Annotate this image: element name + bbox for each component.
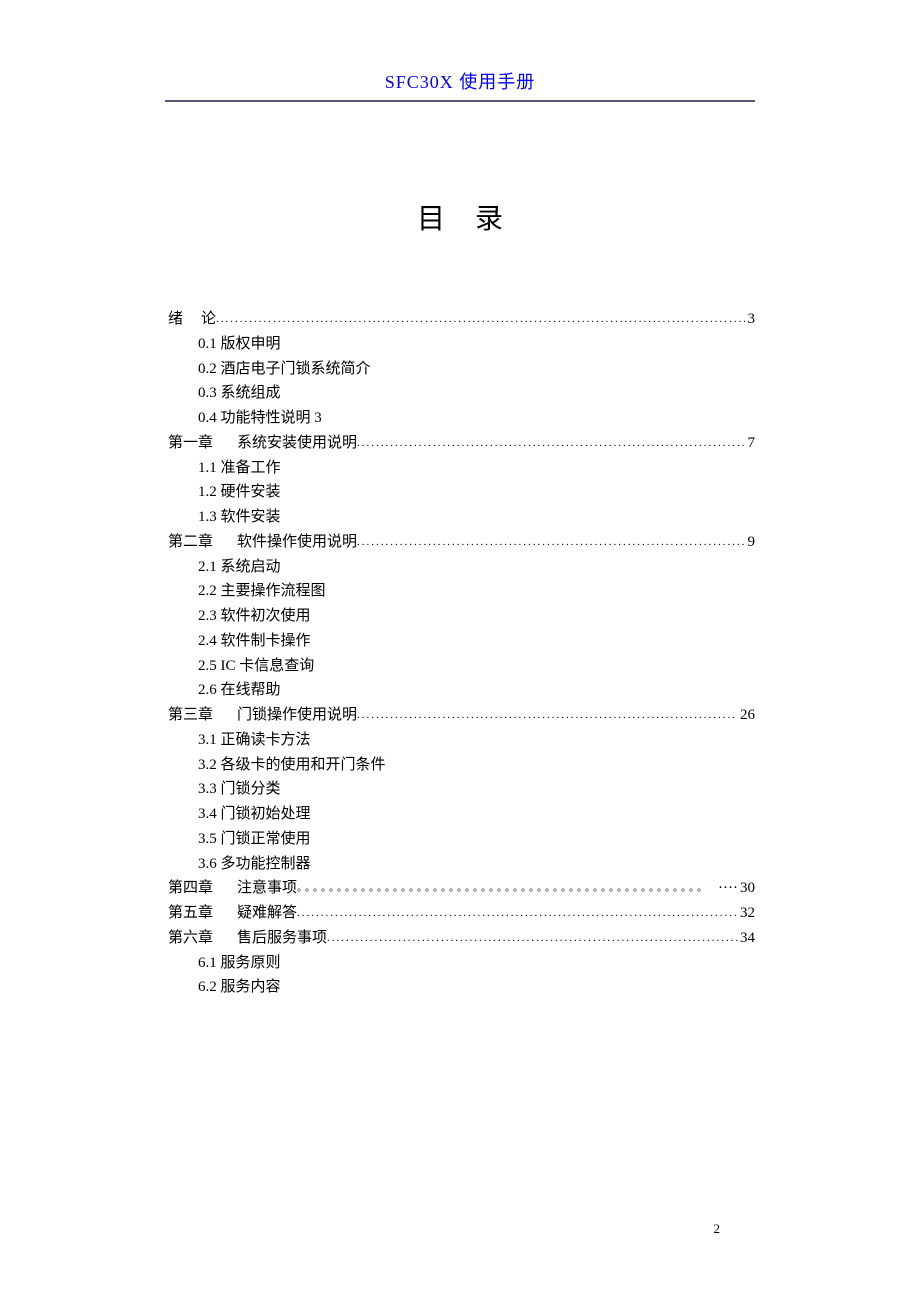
toc-sub-item: 3.3 门锁分类 <box>198 777 755 802</box>
toc-chapter-title: 注意事项 <box>237 876 297 901</box>
toc-leader-dots: ........................................… <box>357 434 745 452</box>
toc-page-number: 30 <box>740 876 755 901</box>
toc-page-number: 34 <box>740 926 755 951</box>
toc-sub-item: 1.2 硬件安装 <box>198 480 755 505</box>
toc-page-number: 3 <box>748 307 756 332</box>
toc-chapter-title: 门锁操作使用说明 <box>237 703 357 728</box>
toc-sub-item: 2.1 系统启动 <box>198 555 755 580</box>
toc-chapter-title: 论 <box>201 307 216 332</box>
toc-chapter-4: 第四章 注意事项 。。。。。。。。。。。。。。。。。。。。。。。。。。。。。。。… <box>168 876 755 901</box>
toc-leader-dots: ........................................… <box>216 310 745 328</box>
toc-sub-item: 0.4 功能特性说明 3 <box>198 406 755 431</box>
toc-sub-item: 0.2 酒店电子门锁系统简介 <box>198 357 755 382</box>
toc-chapter-label: 绪 <box>168 307 201 332</box>
toc-chapter-title: 售后服务事项 <box>237 926 327 951</box>
toc-sub-item: 2.6 在线帮助 <box>198 678 755 703</box>
toc-leader-circles: 。。。。。。。。。。。。。。。。。。。。。。。。。。。。。。。。。。。。。。。。… <box>297 881 716 898</box>
toc-chapter-3: 第三章 门锁操作使用说明 ...........................… <box>168 703 755 728</box>
toc-leader-dots: ........................................… <box>357 533 745 551</box>
toc-sub-item: 3.4 门锁初始处理 <box>198 802 755 827</box>
toc-leader-dots: ........................................… <box>357 706 738 724</box>
toc-chapter-label: 第一章 <box>168 431 213 456</box>
toc-chapter-1: 第一章 系统安装使用说明 ...........................… <box>168 431 755 456</box>
toc-sub-item: 0.3 系统组成 <box>198 381 755 406</box>
toc-page-number: 32 <box>740 901 755 926</box>
toc-chapter-label: 第二章 <box>168 530 213 555</box>
toc-sub-item: 3.2 各级卡的使用和开门条件 <box>198 753 755 778</box>
toc-chapter-5: 第五章 疑难解答 ...............................… <box>168 901 755 926</box>
toc-leader-dots: ........................................… <box>327 929 738 947</box>
toc-intro: 绪 论 ....................................… <box>168 307 755 332</box>
toc-chapter-title: 疑难解答 <box>237 901 297 926</box>
page-number: 2 <box>714 1221 721 1237</box>
toc-sub-item: 3.5 门锁正常使用 <box>198 827 755 852</box>
toc-sub-item: 2.5 IC 卡信息查询 <box>198 654 755 679</box>
toc-chapter-title: 系统安装使用说明 <box>237 431 357 456</box>
toc-sub-item: 2.4 软件制卡操作 <box>198 629 755 654</box>
table-of-contents: 绪 论 ....................................… <box>168 307 755 1000</box>
toc-chapter-label: 第五章 <box>168 901 213 926</box>
toc-sub-item: 2.3 软件初次使用 <box>198 604 755 629</box>
toc-chapter-2: 第二章 软件操作使用说明 ...........................… <box>168 530 755 555</box>
toc-sub-item: 6.2 服务内容 <box>198 975 755 1000</box>
toc-chapter-label: 第六章 <box>168 926 213 951</box>
toc-sub-item: 3.6 多功能控制器 <box>198 852 755 877</box>
toc-chapter-6: 第六章 售后服务事项 .............................… <box>168 926 755 951</box>
toc-chapter-label: 第三章 <box>168 703 213 728</box>
toc-page-number: 7 <box>748 431 756 456</box>
toc-page-prefix: ···· <box>718 876 738 901</box>
toc-sub-item: 1.3 软件安装 <box>198 505 755 530</box>
toc-main-title: 目录 <box>0 197 920 237</box>
toc-page-number: 26 <box>740 703 755 728</box>
toc-chapter-title: 软件操作使用说明 <box>237 530 357 555</box>
document-header: SFC30X 使用手册 <box>165 0 755 102</box>
toc-sub-item: 6.1 服务原则 <box>198 951 755 976</box>
header-title: SFC30X 使用手册 <box>385 72 536 92</box>
toc-sub-item: 3.1 正确读卡方法 <box>198 728 755 753</box>
toc-sub-item: 2.2 主要操作流程图 <box>198 579 755 604</box>
toc-page-number: 9 <box>748 530 756 555</box>
toc-chapter-label: 第四章 <box>168 876 213 901</box>
toc-sub-item: 0.1 版权申明 <box>198 332 755 357</box>
toc-leader-dots: ........................................… <box>297 904 738 922</box>
toc-sub-item: 1.1 准备工作 <box>198 456 755 481</box>
